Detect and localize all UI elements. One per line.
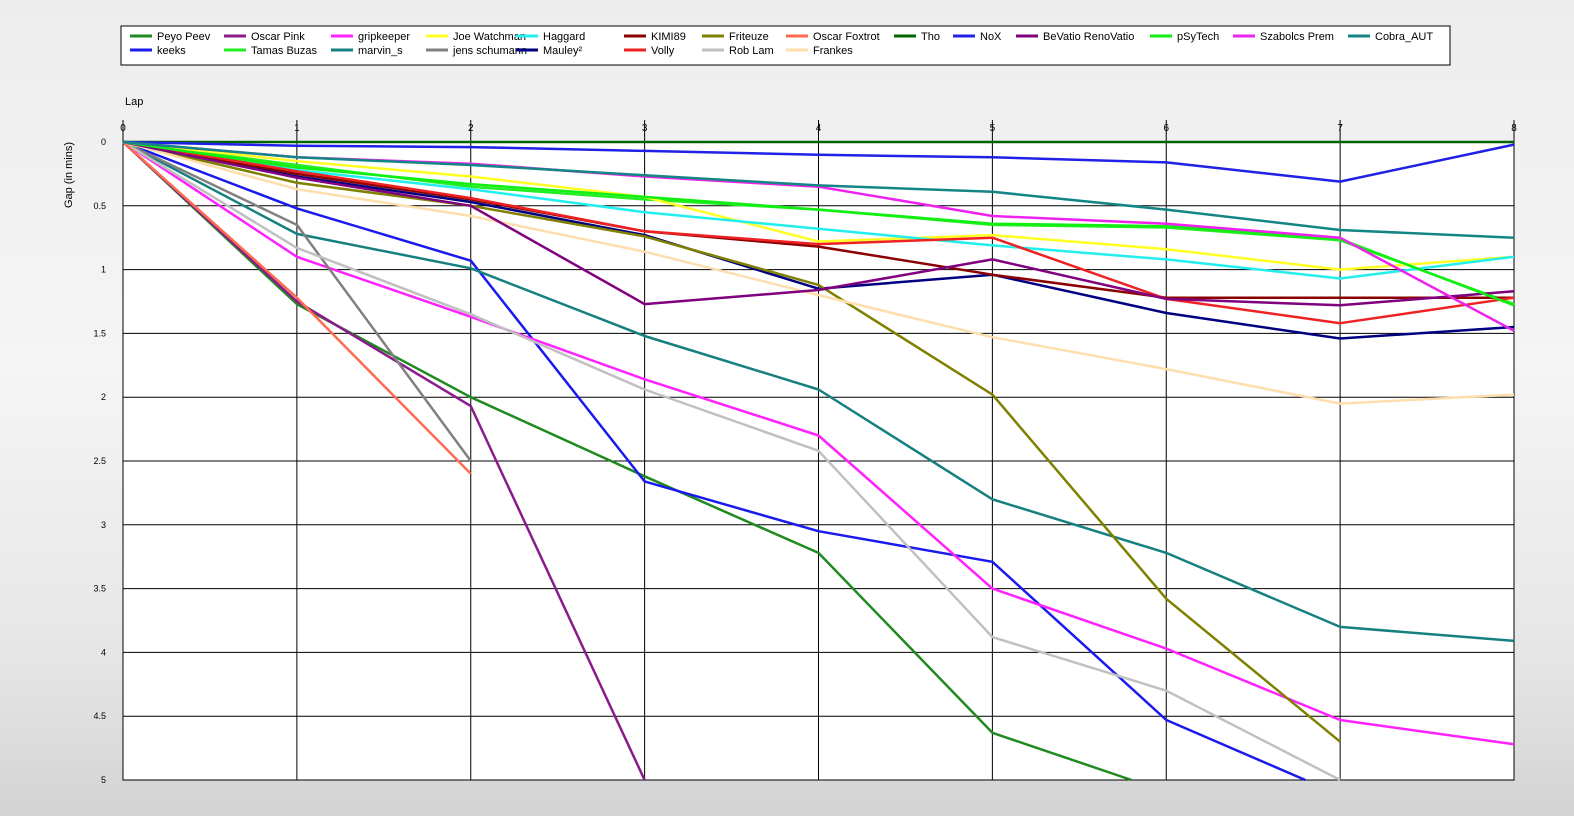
y-tick-label: 5 <box>101 775 106 785</box>
legend-label: Tamas Buzas <box>251 45 318 57</box>
x-tick-label: 6 <box>1163 123 1169 134</box>
x-tick-label: 1 <box>294 123 300 134</box>
x-axis-label: Lap <box>125 96 143 108</box>
gap-chart: Peyo Peev keeks Oscar Pink Tamas Buzas gripk… <box>63 25 1517 785</box>
legend-label: Rob Lam <box>729 45 774 57</box>
x-tick-label: 8 <box>1511 123 1517 134</box>
legend-label: BeVatio RenoVatio <box>1043 31 1134 43</box>
y-tick-label: 4 <box>101 647 106 657</box>
x-tick-label: 0 <box>120 123 126 134</box>
legend-label: KIMI89 <box>651 31 686 43</box>
legend-label: Friteuze <box>729 31 769 43</box>
legend-label: Oscar Foxtrot <box>813 31 880 43</box>
x-tick-label: 2 <box>468 123 474 134</box>
legend-label: Volly <box>651 45 675 57</box>
legend-label: marvin_s <box>358 45 403 57</box>
legend-label: Cobra_AUT <box>1375 31 1433 43</box>
x-tick-labels: 0 1 2 3 4 5 6 7 8 <box>120 123 1517 134</box>
x-tick-label: 7 <box>1337 123 1343 134</box>
y-axis-label: Gap (in mins) <box>63 142 75 208</box>
legend-label: keeks <box>157 45 186 57</box>
y-tick-label: 1 <box>101 265 106 275</box>
legend-label: gripkeeper <box>358 31 410 43</box>
legend-label: Haggard <box>543 31 585 43</box>
x-tick-label: 3 <box>642 123 648 134</box>
y-tick-label: 3 <box>101 520 106 530</box>
legend-label: Peyo Peev <box>157 31 211 43</box>
y-tick-label: 3.5 <box>93 584 106 594</box>
legend-label: Mauley² <box>543 45 582 57</box>
legend-label: jens schumann <box>452 45 527 57</box>
legend-label: Joe Watchman <box>453 31 526 43</box>
legend-label: pSyTech <box>1177 31 1219 43</box>
x-tick-label: 5 <box>990 123 996 134</box>
y-tick-label: 1.5 <box>93 328 106 338</box>
legend-label: Szabolcs Prem <box>1260 31 1334 43</box>
legend-label: NoX <box>980 31 1002 43</box>
legend-label: Tho <box>921 31 940 43</box>
y-tick-label: 4.5 <box>93 711 106 721</box>
y-tick-label: 0 <box>101 137 106 147</box>
y-tick-labels: 0 0.5 1 1.5 2 2.5 3 3.5 4 4.5 5 <box>93 137 106 785</box>
legend-label: Frankes <box>813 45 853 57</box>
y-tick-label: 2 <box>101 392 106 402</box>
legend-label: Oscar Pink <box>251 31 305 43</box>
x-tick-label: 4 <box>816 123 822 134</box>
y-tick-label: 0.5 <box>93 201 106 211</box>
legend-box <box>120 25 1451 66</box>
y-tick-label: 2.5 <box>93 456 106 466</box>
